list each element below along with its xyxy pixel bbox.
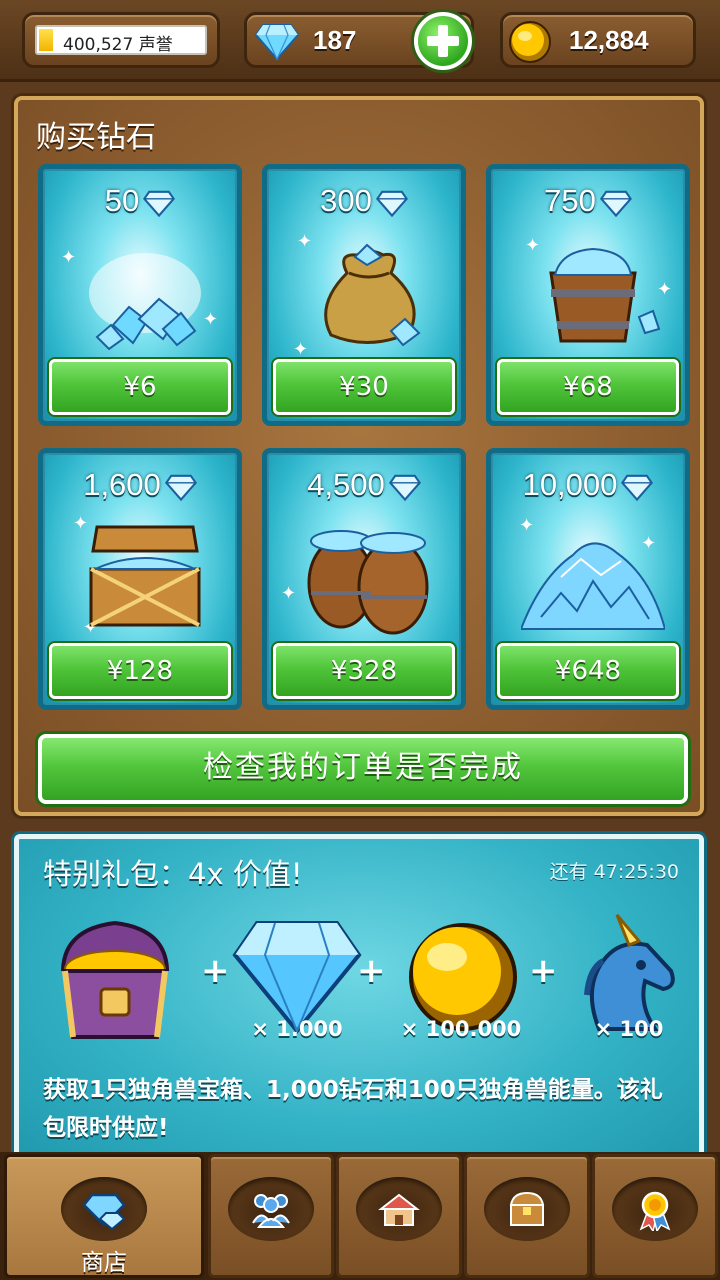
offer-description: 获取1只独角兽宝箱、1,000钻石和100只独角兽能量。该礼包限时供应! bbox=[43, 1077, 663, 1141]
gem-barrels-icon bbox=[307, 530, 429, 635]
reputation-meter: 400,527 声誉 bbox=[35, 25, 207, 55]
plus-sign: + bbox=[357, 951, 386, 991]
offer-qty: × 100 bbox=[594, 1017, 664, 1041]
diamond-icon bbox=[599, 190, 632, 217]
pack-amount: 300 bbox=[320, 183, 372, 218]
diamond-icon bbox=[143, 190, 176, 217]
medal-icon bbox=[639, 1191, 671, 1231]
gem-bucket-icon bbox=[549, 247, 661, 343]
offer-qty: × 100.000 bbox=[400, 1017, 522, 1041]
treasure-chest-icon bbox=[60, 920, 170, 1039]
tab-treasure[interactable] bbox=[464, 1154, 590, 1278]
gem-pile-icon bbox=[89, 253, 201, 351]
tab-friends[interactable] bbox=[208, 1154, 334, 1278]
diamond-icon bbox=[621, 474, 654, 501]
gem-chest-icon bbox=[89, 525, 201, 627]
plus-sign: + bbox=[529, 951, 558, 991]
reputation-bar bbox=[39, 29, 53, 51]
reputation-value: 400,527 声誉 bbox=[63, 35, 173, 55]
buy-button[interactable]: ¥648 bbox=[497, 643, 679, 699]
pack-amount: 10,000 bbox=[522, 467, 618, 502]
pack-amount: 1,600 bbox=[83, 467, 161, 502]
reputation-panel: 400,527 声誉 bbox=[22, 12, 220, 68]
gem-pack-card[interactable]: 4,500 ✦ ¥328 bbox=[262, 448, 466, 710]
tab-buildings[interactable] bbox=[336, 1154, 462, 1278]
gem-mountain-icon bbox=[521, 542, 665, 630]
buy-button[interactable]: ¥128 bbox=[49, 643, 231, 699]
gem-sack-icon bbox=[324, 243, 421, 347]
plus-icon bbox=[427, 25, 459, 57]
gold-coin-icon bbox=[509, 21, 551, 63]
bottom-nav: 商店 bbox=[0, 1152, 720, 1280]
coin-counter: 12,884 bbox=[500, 12, 696, 68]
buy-button[interactable]: ¥6 bbox=[49, 359, 231, 415]
pack-amount: 750 bbox=[544, 183, 596, 218]
pack-amount: 50 bbox=[104, 183, 140, 218]
diamond-icon bbox=[255, 24, 299, 61]
gem-pack-card[interactable]: 300 ✦ ✦ ¥30 bbox=[262, 164, 466, 426]
tab-shop[interactable]: 商店 bbox=[4, 1154, 204, 1278]
offer-qty: × 1.000 bbox=[251, 1017, 343, 1041]
pack-amount: 4,500 bbox=[307, 467, 385, 502]
buildings-icon bbox=[378, 1193, 420, 1226]
top-resource-bar: 400,527 声誉 187 12,884 bbox=[0, 0, 720, 82]
gem-pack-card[interactable]: 10,000 ✦ ✦ ¥648 bbox=[486, 448, 690, 710]
buy-button[interactable]: ¥68 bbox=[497, 359, 679, 415]
coin-count: 12,884 bbox=[569, 25, 649, 55]
buy-button[interactable]: ¥30 bbox=[273, 359, 455, 415]
buy-button[interactable]: ¥328 bbox=[273, 643, 455, 699]
gem-pack-card[interactable]: 1,600 ✦ ✦ ¥128 bbox=[38, 448, 242, 710]
special-offer-panel[interactable]: 特别礼包：4x 价值! 还有 47:25:30 + × 1.000 + × 10… bbox=[14, 834, 704, 1174]
sparkle-icon: ✦ bbox=[281, 583, 297, 604]
people-icon bbox=[252, 1194, 290, 1228]
add-gems-button[interactable] bbox=[414, 12, 472, 70]
shop-diamond-icon bbox=[82, 1193, 126, 1231]
tab-label: 商店 bbox=[81, 1250, 127, 1276]
diamond-icon bbox=[375, 190, 408, 217]
diamond-icon bbox=[388, 474, 421, 501]
buy-gems-panel: 购买钻石 50 ✦ ✦ ¥6 300 ✦ ✦ ¥30 750 ✦ ✦ ¥68 1… bbox=[14, 96, 704, 816]
panel-title: 购买钻石 bbox=[36, 120, 156, 155]
gem-count: 187 bbox=[313, 25, 357, 55]
check-orders-button[interactable]: 检查我的订单是否完成 bbox=[38, 734, 688, 804]
treasure-icon bbox=[509, 1191, 545, 1226]
tab-achievements[interactable] bbox=[592, 1154, 718, 1278]
plus-sign: + bbox=[201, 951, 230, 991]
offer-timer: 还有 47:25:30 bbox=[549, 861, 679, 883]
gem-pack-card[interactable]: 750 ✦ ✦ ¥68 bbox=[486, 164, 690, 426]
offer-title: 特别礼包：4x 价值! bbox=[43, 857, 303, 891]
diamond-icon bbox=[164, 474, 197, 501]
gem-pack-card[interactable]: 50 ✦ ✦ ¥6 bbox=[38, 164, 242, 426]
